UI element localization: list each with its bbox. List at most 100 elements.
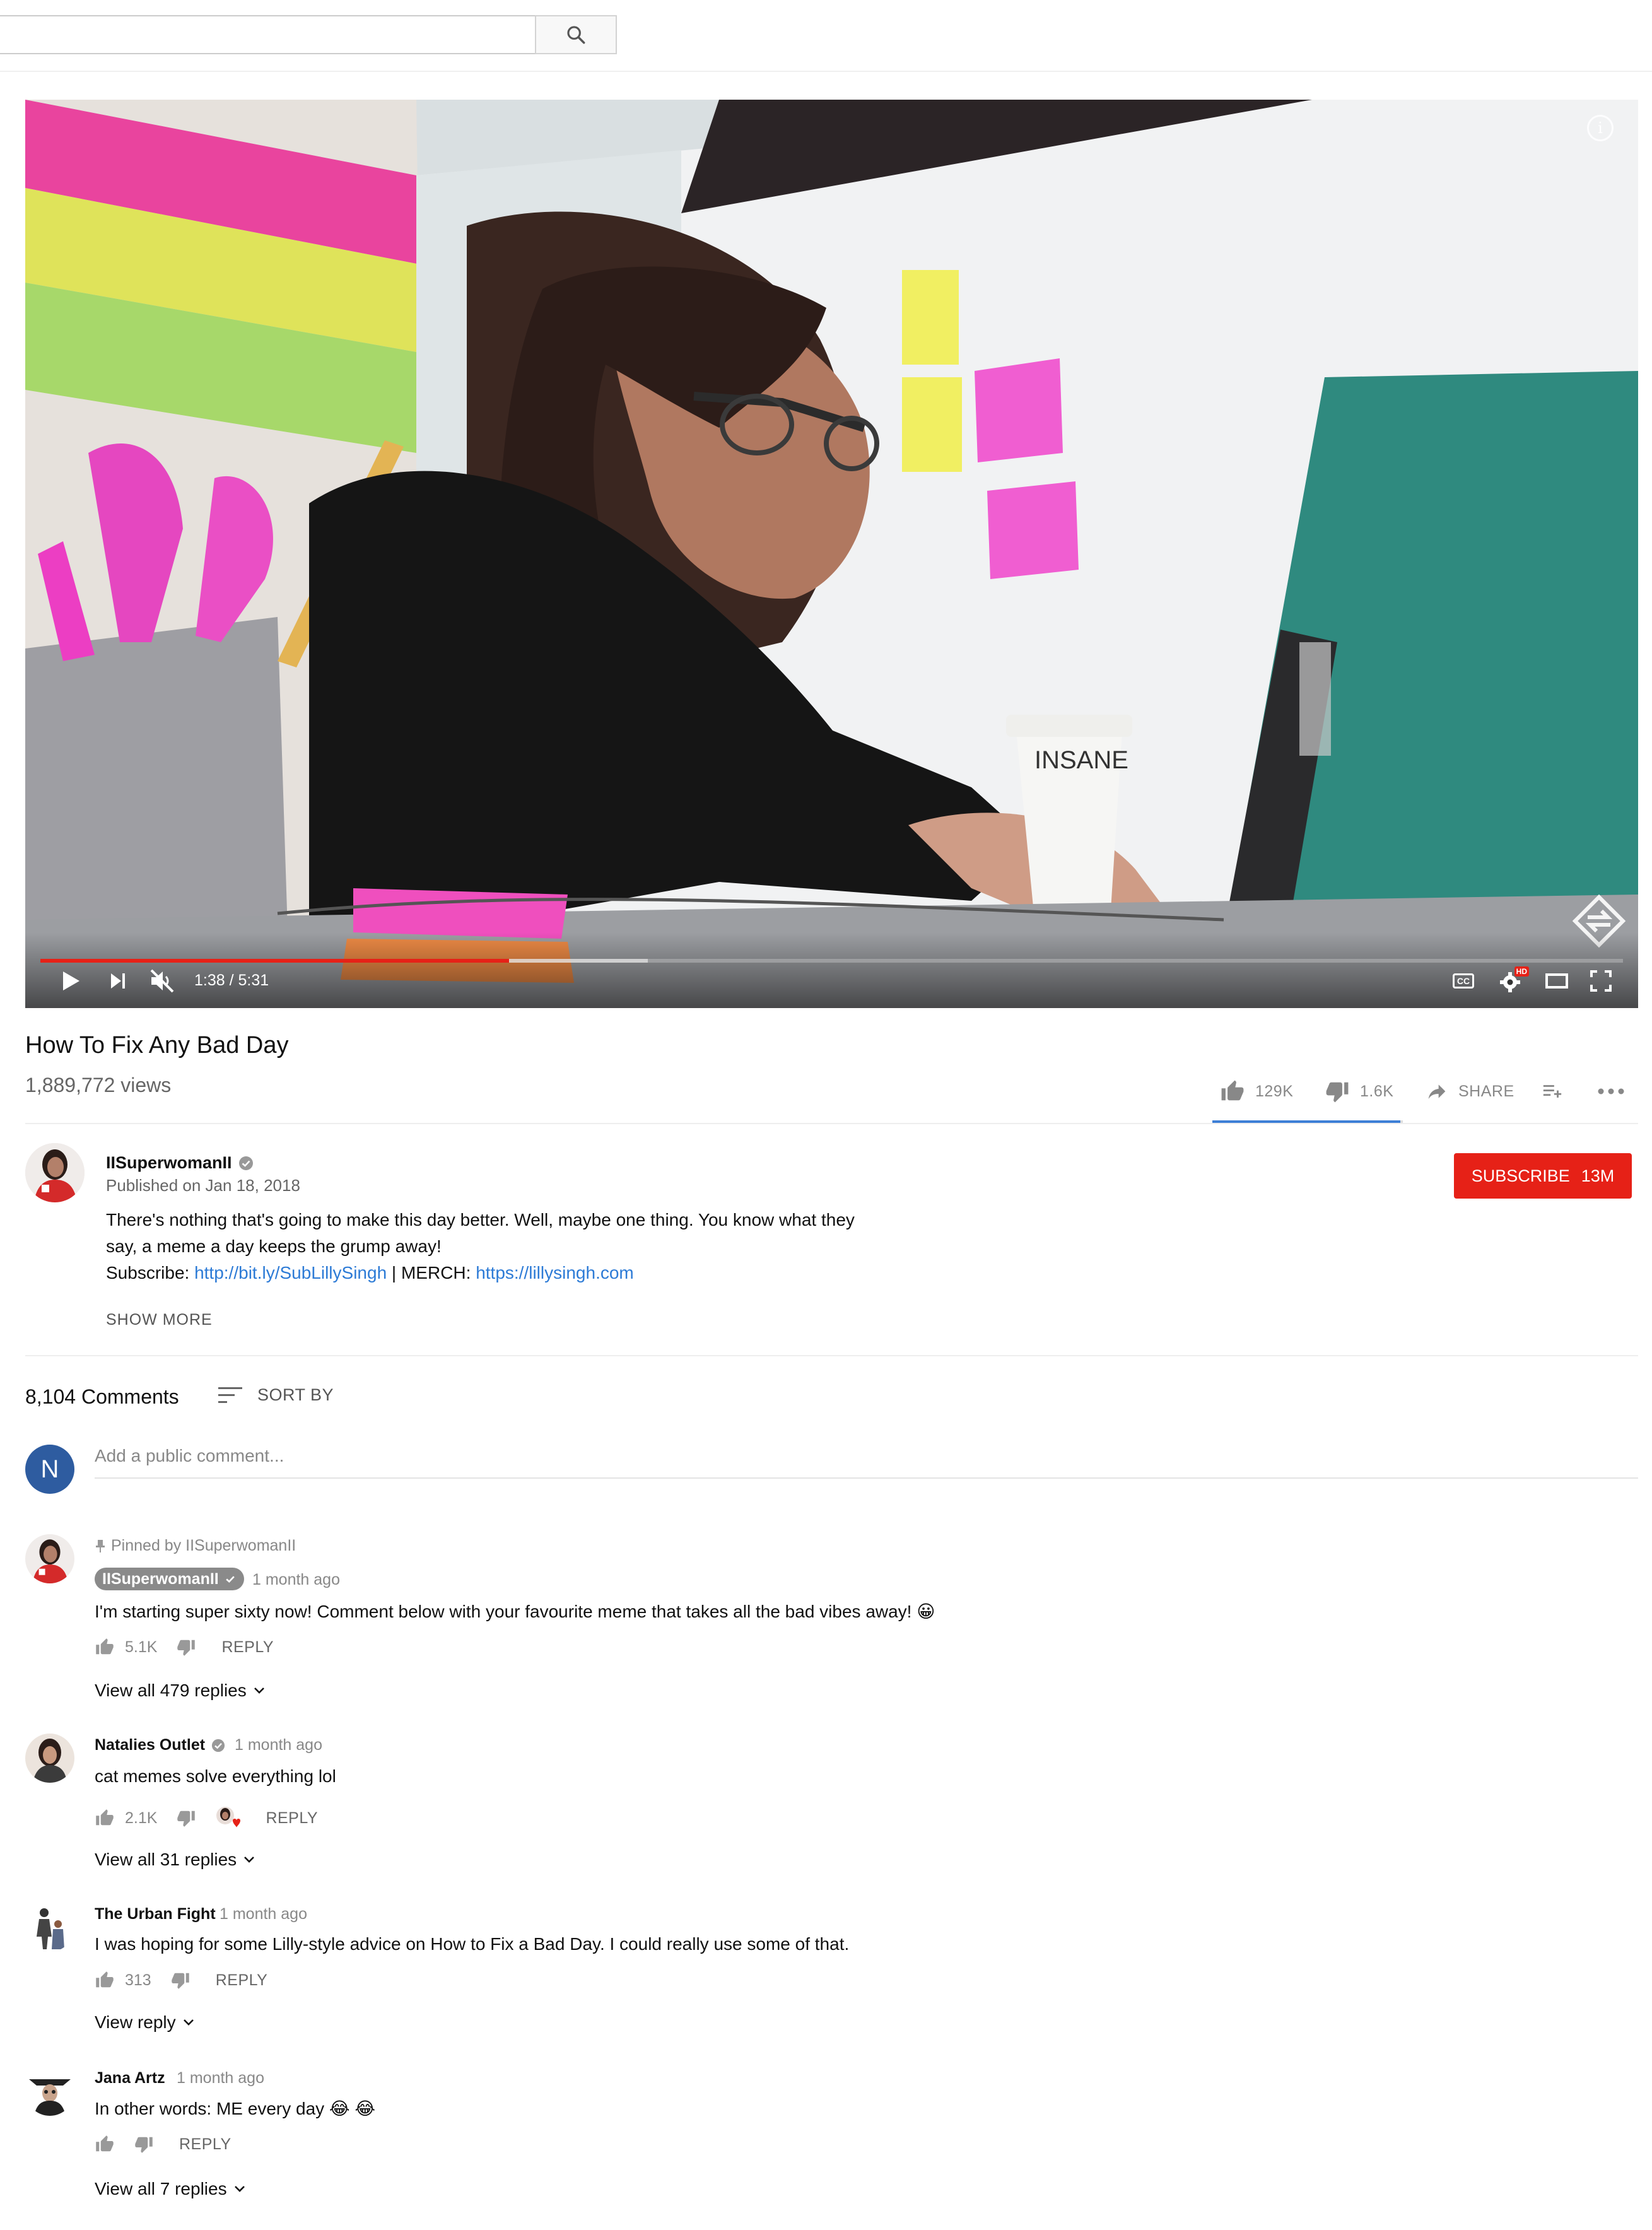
view-replies-button[interactable]: View all 31 replies bbox=[95, 1850, 255, 1870]
comment-author-label: The Urban Fight bbox=[95, 1905, 216, 1923]
comment-like-button[interactable] bbox=[95, 2135, 115, 2154]
comment-author-label: IISuperwomanII bbox=[102, 1570, 219, 1588]
comment-avatar[interactable] bbox=[25, 1534, 74, 1583]
channel-avatar[interactable] bbox=[25, 1143, 85, 1202]
comment-dislike-button[interactable] bbox=[176, 1638, 196, 1657]
comment-time[interactable]: 1 month ago bbox=[252, 1571, 340, 1589]
share-button[interactable]: SHARE bbox=[1426, 1077, 1514, 1105]
settings-button[interactable]: HD bbox=[1494, 964, 1529, 998]
dislike-count: 1.6K bbox=[1360, 1082, 1394, 1100]
search-button[interactable] bbox=[535, 15, 617, 54]
volume-muted-icon bbox=[150, 969, 174, 993]
comment-avatar-image bbox=[25, 1903, 74, 1952]
theater-mode-button[interactable] bbox=[1539, 965, 1574, 997]
view-replies-button[interactable]: View all 479 replies bbox=[95, 1681, 266, 1701]
view-replies-button[interactable]: View all 7 replies bbox=[95, 2179, 246, 2199]
pinned-label: Pinned by IISuperwomanII bbox=[95, 1537, 296, 1555]
creator-heart-icon bbox=[215, 1805, 241, 1831]
add-to-playlist-button[interactable] bbox=[1540, 1077, 1564, 1105]
svg-text:INSANE: INSANE bbox=[1034, 746, 1128, 774]
comment-time[interactable]: 1 month ago bbox=[220, 1905, 307, 1923]
share-icon bbox=[1428, 1084, 1446, 1099]
search-input[interactable] bbox=[0, 15, 536, 54]
thumbs-up-icon bbox=[96, 1971, 114, 1988]
comment-author-label: Natalies Outlet bbox=[95, 1736, 206, 1754]
captions-icon: CC bbox=[1453, 973, 1474, 989]
merch-link[interactable]: https://lillysingh.com bbox=[476, 1263, 634, 1282]
comment-author[interactable]: Jana Artz bbox=[95, 2069, 165, 2087]
sort-by-button[interactable]: SORT BY bbox=[218, 1385, 334, 1405]
hd-badge: HD bbox=[1514, 966, 1529, 977]
time-display: 1:38 / 5:31 bbox=[194, 971, 269, 989]
channel-name-label: IISuperwomanII bbox=[106, 1153, 232, 1172]
comment-author[interactable]: IISuperwomanII bbox=[95, 1568, 244, 1590]
comment-dislike-button[interactable] bbox=[170, 1971, 190, 1990]
comment-author[interactable]: Natalies Outlet bbox=[95, 1736, 225, 1754]
reply-button[interactable]: REPLY bbox=[221, 1638, 274, 1657]
thumbs-up-icon bbox=[96, 2135, 114, 2152]
comment-text: cat memes solve everything lol bbox=[95, 1766, 336, 1786]
view-replies-label: View all 7 replies bbox=[95, 2179, 227, 2198]
channel-avatar-image bbox=[25, 1143, 85, 1202]
mute-button[interactable] bbox=[145, 964, 179, 998]
fullscreen-button[interactable] bbox=[1585, 965, 1617, 997]
comment-avatar[interactable] bbox=[25, 1903, 74, 1952]
meta-divider bbox=[25, 1123, 1638, 1124]
comment-avatar[interactable] bbox=[25, 1734, 74, 1783]
comment-avatar[interactable] bbox=[25, 2067, 74, 2116]
thumbs-up-icon bbox=[1221, 1080, 1244, 1101]
comment-actions: 313 REPLY bbox=[95, 1971, 267, 1990]
next-button[interactable] bbox=[102, 965, 134, 997]
comment-avatar-image bbox=[25, 1534, 74, 1583]
like-count: 129K bbox=[1255, 1082, 1294, 1100]
chevron-down-icon bbox=[244, 1857, 255, 1863]
view-replies-label: View all 31 replies bbox=[95, 1850, 237, 1869]
thumbs-down-icon bbox=[177, 1640, 196, 1656]
comment-like-count: 313 bbox=[125, 1971, 151, 1989]
like-button[interactable]: 129K bbox=[1220, 1077, 1293, 1105]
channel-name[interactable]: IISuperwomanII bbox=[106, 1153, 254, 1173]
progress-bar[interactable] bbox=[40, 959, 1623, 963]
more-actions-button[interactable] bbox=[1597, 1077, 1625, 1105]
chevron-down-icon bbox=[183, 2019, 194, 2026]
view-replies-button[interactable]: View reply bbox=[95, 2012, 195, 2033]
comment-author[interactable]: The Urban Fight bbox=[95, 1905, 216, 1923]
reply-button[interactable]: REPLY bbox=[266, 1809, 318, 1828]
reply-button[interactable]: REPLY bbox=[179, 2135, 231, 2154]
comment-time[interactable]: 1 month ago bbox=[177, 2069, 264, 2087]
captions-button[interactable]: CC bbox=[1448, 966, 1479, 995]
comment-count: 8,104 Comments bbox=[25, 1385, 179, 1408]
comment-text: I was hoping for some Lilly-style advice… bbox=[95, 1934, 850, 1954]
comment-like-button[interactable] bbox=[95, 1971, 115, 1990]
play-icon bbox=[63, 971, 79, 990]
comment-input[interactable]: Add a public comment... bbox=[95, 1446, 1638, 1479]
subscribe-link[interactable]: http://bit.ly/SubLillySingh bbox=[194, 1263, 387, 1282]
subscribe-button[interactable]: SUBSCRIBE 13M bbox=[1454, 1153, 1632, 1199]
thumbs-down-icon bbox=[171, 1973, 189, 1989]
description-links: Subscribe: http://bit.ly/SubLillySingh |… bbox=[106, 1260, 634, 1286]
description-divider bbox=[25, 1355, 1638, 1356]
merch-prefix: | MERCH: bbox=[387, 1263, 476, 1282]
more-icon bbox=[1598, 1088, 1624, 1094]
thumbs-down-icon bbox=[1326, 1082, 1349, 1103]
comment-avatar-image bbox=[25, 2067, 74, 2116]
user-avatar[interactable]: N bbox=[25, 1445, 74, 1494]
comment-dislike-button[interactable] bbox=[176, 1809, 196, 1828]
comment-like-button[interactable] bbox=[95, 1809, 115, 1828]
view-replies-label: View all 479 replies bbox=[95, 1681, 247, 1700]
publish-date: Published on Jan 18, 2018 bbox=[106, 1176, 300, 1195]
info-icon[interactable]: i bbox=[1587, 115, 1614, 141]
show-more-button[interactable]: SHOW MORE bbox=[106, 1311, 213, 1329]
thumbs-down-icon bbox=[135, 2137, 153, 2153]
comment-time[interactable]: 1 month ago bbox=[235, 1736, 322, 1754]
dislike-button[interactable]: 1.6K bbox=[1325, 1077, 1393, 1105]
video-player[interactable]: HI INSANE bbox=[25, 100, 1638, 1008]
comment-text: In other words: ME every day 😂 😂 bbox=[95, 2099, 376, 2118]
next-icon bbox=[111, 973, 125, 989]
comment-dislike-button[interactable] bbox=[134, 2135, 154, 2154]
thumbs-down-icon bbox=[177, 1810, 196, 1827]
play-button[interactable] bbox=[56, 965, 87, 997]
comment-avatar-image bbox=[25, 1734, 74, 1783]
comment-like-button[interactable] bbox=[95, 1638, 115, 1657]
reply-button[interactable]: REPLY bbox=[216, 1971, 268, 1990]
